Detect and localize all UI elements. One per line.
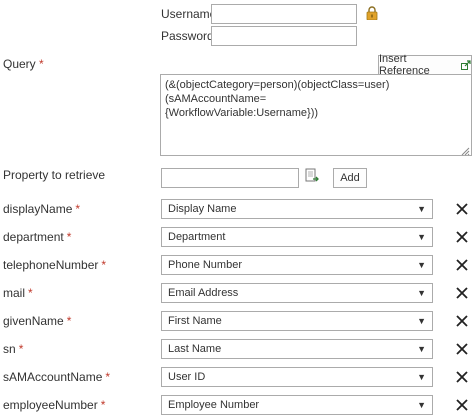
insert-reference-icon (461, 60, 471, 70)
workflow-action-form: Username Password Query * Insert Referen… (0, 0, 474, 416)
property-to-retrieve-label: Property to retrieve (3, 168, 106, 182)
resize-grip-icon[interactable] (461, 145, 470, 159)
mapping-select-value: User ID (168, 371, 206, 383)
required-mark: * (66, 230, 72, 244)
lock-icon (366, 6, 378, 23)
required-mark: * (101, 258, 107, 272)
chevron-down-icon: ▼ (417, 344, 426, 354)
mapping-select[interactable]: Employee Number ▼ (161, 395, 433, 415)
mapping-property-label: givenName * (3, 314, 71, 328)
close-icon[interactable] (456, 343, 468, 355)
query-label-text: Query (3, 57, 36, 71)
mapping-property-name: mail (3, 286, 26, 300)
mapping-property-label: displayName * (3, 202, 80, 216)
close-icon[interactable] (456, 259, 468, 271)
required-mark: * (28, 286, 33, 300)
mapping-select[interactable]: Display Name ▼ (161, 199, 433, 219)
mapping-select-value: First Name (168, 315, 222, 327)
mapping-select-value: Last Name (168, 343, 222, 355)
chevron-down-icon: ▼ (417, 204, 426, 214)
close-icon[interactable] (456, 231, 468, 243)
password-label: Password (161, 29, 214, 43)
mapping-property-name: sAMAccountName (3, 370, 103, 384)
mapping-select-value: Phone Number (168, 259, 242, 271)
chevron-down-icon: ▼ (417, 316, 426, 326)
mapping-property-name: department (3, 230, 64, 244)
required-mark: * (66, 314, 72, 328)
mapping-select[interactable]: Last Name ▼ (161, 339, 433, 359)
mapping-select[interactable]: Phone Number ▼ (161, 255, 433, 275)
mapping-select[interactable]: Email Address ▼ (161, 283, 433, 303)
close-icon[interactable] (456, 371, 468, 383)
mapping-property-label: sn * (3, 342, 23, 356)
required-mark: * (18, 342, 24, 356)
mapping-select[interactable]: User ID ▼ (161, 367, 433, 387)
username-input[interactable] (211, 4, 357, 24)
close-icon[interactable] (456, 287, 468, 299)
mapping-property-name: sn (3, 342, 16, 356)
mapping-property-label: employeeNumber * (3, 398, 105, 412)
mapping-select[interactable]: Department ▼ (161, 227, 433, 247)
required-mark: * (75, 202, 81, 216)
chevron-down-icon: ▼ (417, 232, 426, 242)
query-label: Query * (3, 57, 44, 71)
mapping-property-name: telephoneNumber (3, 258, 99, 272)
insert-reference-button[interactable]: Insert Reference (378, 53, 472, 77)
required-mark: * (105, 370, 111, 384)
close-icon[interactable] (456, 315, 468, 327)
username-label: Username (161, 7, 217, 21)
add-button[interactable]: Add (333, 168, 367, 188)
mapping-select-value: Employee Number (168, 399, 260, 411)
mapping-select-value: Email Address (168, 287, 239, 299)
property-to-retrieve-input[interactable] (161, 168, 299, 188)
mapping-property-label: telephoneNumber * (3, 258, 106, 272)
required-mark: * (39, 57, 44, 71)
add-button-label: Add (340, 172, 360, 184)
chevron-down-icon: ▼ (417, 288, 426, 298)
property-picker-icon[interactable] (305, 168, 319, 186)
close-icon[interactable] (456, 203, 468, 215)
mapping-property-name: displayName (3, 202, 73, 216)
chevron-down-icon: ▼ (417, 372, 426, 382)
password-input[interactable] (211, 26, 357, 46)
mapping-property-name: employeeNumber (3, 398, 98, 412)
mapping-property-label: mail * (3, 286, 33, 300)
mapping-select-value: Display Name (168, 203, 237, 215)
mapping-property-label: sAMAccountName * (3, 370, 110, 384)
chevron-down-icon: ▼ (417, 260, 426, 270)
chevron-down-icon: ▼ (417, 400, 426, 410)
close-icon[interactable] (456, 399, 468, 411)
mapping-property-label: department * (3, 230, 71, 244)
mapping-select[interactable]: First Name ▼ (161, 311, 433, 331)
mapping-property-name: givenName (3, 314, 64, 328)
query-textarea[interactable]: (&(objectCategory=person)(objectClass=us… (160, 74, 472, 156)
required-mark: * (100, 398, 106, 412)
mapping-select-value: Department (168, 231, 226, 243)
